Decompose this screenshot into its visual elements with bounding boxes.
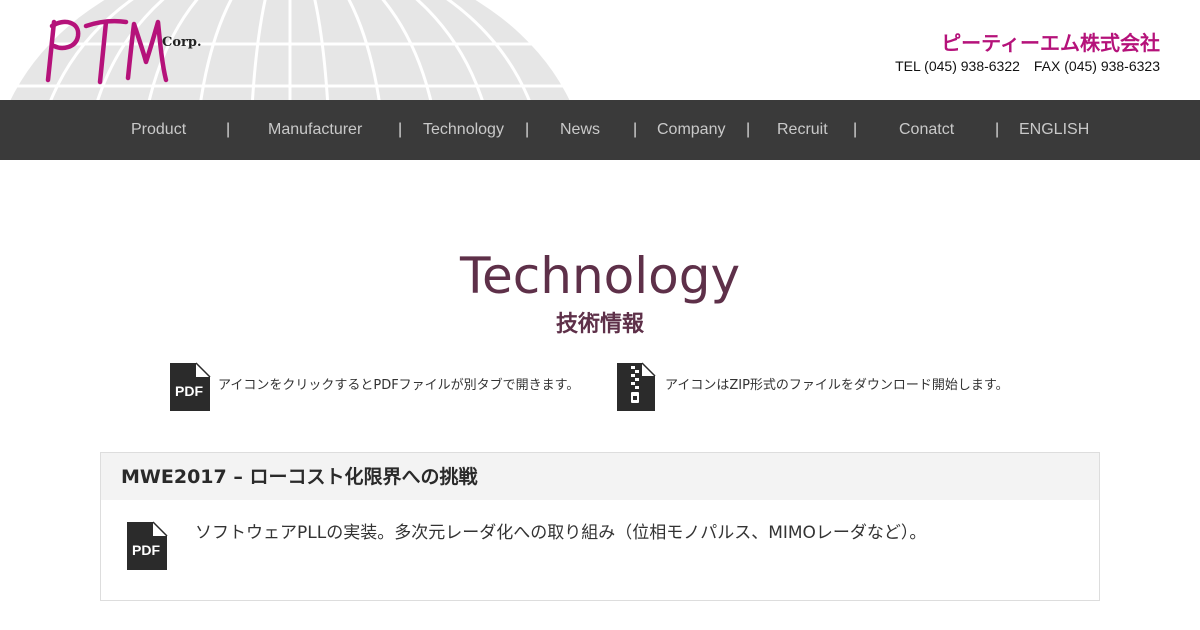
page-title: Technology [459, 247, 741, 305]
nav-item-recruit[interactable]: Recruit [777, 100, 828, 160]
pdf-file-icon: PDF [170, 362, 211, 411]
nav-item-english[interactable]: ENGLISH [1019, 100, 1089, 160]
company-name: ピーティーエム株式会社 [941, 31, 1160, 55]
nav-separator: | [633, 121, 638, 138]
ptm-logo[interactable]: Corp. [40, 14, 210, 90]
pdf-legend-text: アイコンをクリックするとPDFファイルが別タブで開きます。 [218, 378, 580, 393]
nav-separator: | [226, 121, 231, 138]
main-nav: Product | Manufacturer | Technology | Ne… [0, 100, 1200, 160]
entry-description: ソフトウェアPLLの実装。多次元レーダ化への取り組み（位相モノパルス、MIMOレ… [195, 523, 927, 543]
nav-item-technology[interactable]: Technology [423, 100, 504, 160]
pdf-icon-label: PDF [132, 542, 160, 558]
site-header: Corp. ピーティーエム株式会社 TEL (045) 938-6322 FAX… [0, 0, 1200, 100]
nav-separator: | [746, 121, 751, 138]
nav-separator: | [525, 121, 530, 138]
pdf-download-icon[interactable]: PDF [123, 519, 171, 573]
page-subtitle: 技術情報 [555, 312, 644, 337]
nav-item-manufacturer[interactable]: Manufacturer [268, 100, 362, 160]
nav-item-news[interactable]: News [560, 100, 600, 160]
logo-corp-text: Corp. [162, 35, 201, 50]
zip-file-icon [617, 362, 656, 411]
zip-legend-text: アイコンはZIP形式のファイルをダウンロード開始します。 [665, 378, 1009, 393]
nav-separator: | [853, 121, 858, 138]
contact-numbers: TEL (045) 938-6322 FAX (045) 938-6323 [895, 58, 1160, 74]
company-info: ピーティーエム株式会社 TEL (045) 938-6322 FAX (045)… [895, 30, 1160, 74]
entry-title: MWE2017 – ローコスト化限界への挑戦 [101, 453, 1099, 500]
nav-item-product[interactable]: Product [131, 100, 186, 160]
nav-item-company[interactable]: Company [657, 100, 725, 160]
nav-separator: | [398, 121, 403, 138]
pdf-icon-label: PDF [175, 383, 203, 399]
nav-item-contact[interactable]: Conatct [899, 100, 954, 160]
tech-entry-card: MWE2017 – ローコスト化限界への挑戦 PDF ソフトウェアPLLの実装。… [100, 452, 1100, 601]
nav-separator: | [995, 121, 1000, 138]
